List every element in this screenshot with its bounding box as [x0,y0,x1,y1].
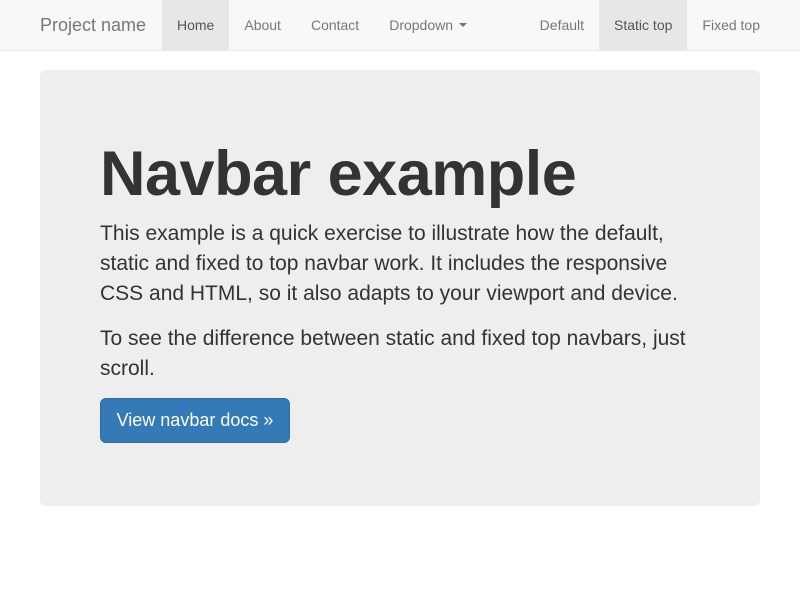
nav-item-home[interactable]: Home [162,0,230,50]
nav-left: Home About Contact Dropdown [162,0,482,50]
intro-paragraph: This example is a quick exercise to illu… [100,222,678,305]
nav-item-label: Fixed top [702,17,760,33]
jumbotron: Navbar example This example is a quick e… [40,70,760,506]
view-navbar-docs-button[interactable]: View navbar docs » [100,398,290,443]
nav-right: Default Static top Fixed top [525,0,775,50]
nav-item-label: Static top [614,17,673,33]
nav-item-label: Dropdown [389,17,454,33]
page-title: Navbar example [100,139,577,209]
nav-item-dropdown[interactable]: Dropdown [374,0,482,50]
caret-down-icon [459,23,468,27]
nav-item-label: Default [539,17,585,33]
scroll-hint-paragraph: To see the difference between static and… [100,327,686,380]
nav-item-label: Home [177,17,215,33]
nav-item-label: Contact [310,17,360,33]
nav-item-default[interactable]: Default [525,0,599,50]
brand-link[interactable]: Project name [40,0,146,50]
nav-item-fixed-top[interactable]: Fixed top [687,0,775,50]
top-navbar: Project name Home About Contact Dropdown… [0,0,800,51]
nav-item-label: About [244,17,281,33]
nav-item-about[interactable]: About [229,0,296,50]
nav-item-static-top[interactable]: Static top [599,0,688,50]
nav-item-contact[interactable]: Contact [296,0,374,50]
